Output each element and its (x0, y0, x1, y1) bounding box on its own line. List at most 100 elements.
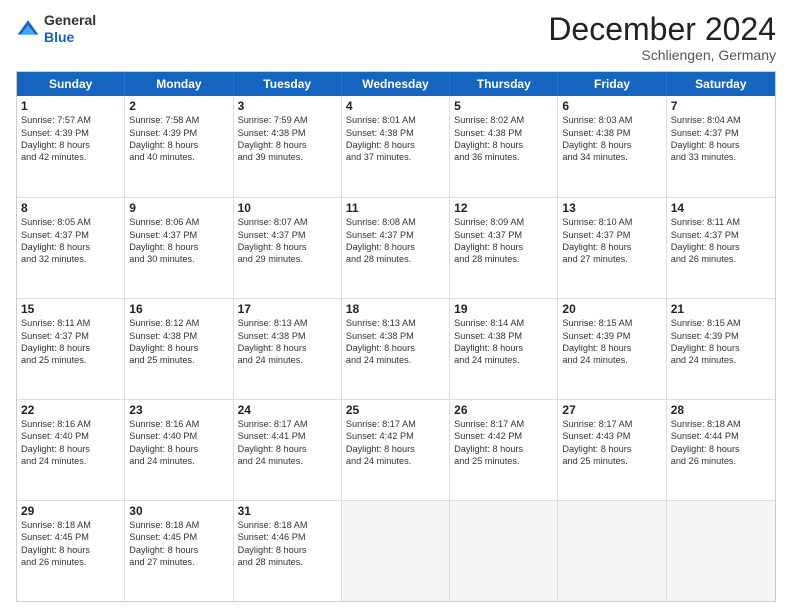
calendar-row-3: 15Sunrise: 8:11 AMSunset: 4:37 PMDayligh… (17, 298, 775, 399)
calendar-cell-28: 28Sunrise: 8:18 AMSunset: 4:44 PMDayligh… (667, 400, 775, 500)
calendar-body: 1Sunrise: 7:57 AMSunset: 4:39 PMDaylight… (17, 96, 775, 601)
day-number: 26 (454, 403, 553, 417)
cell-info-line: and 24 minutes. (346, 354, 445, 366)
day-number: 9 (129, 201, 228, 215)
calendar-row-5: 29Sunrise: 8:18 AMSunset: 4:45 PMDayligh… (17, 500, 775, 601)
cell-info-line: Sunset: 4:37 PM (562, 229, 661, 241)
day-number: 25 (346, 403, 445, 417)
cell-info-line: Daylight: 8 hours (21, 544, 120, 556)
logo-text: General Blue (44, 12, 96, 46)
cell-info-line: Sunrise: 8:05 AM (21, 216, 120, 228)
cell-info-line: Sunset: 4:37 PM (671, 229, 771, 241)
cell-info-line: Sunrise: 8:08 AM (346, 216, 445, 228)
weekday-header-thursday: Thursday (450, 72, 558, 96)
cell-info-line: Sunrise: 8:18 AM (21, 519, 120, 531)
calendar-cell-empty (558, 501, 666, 601)
cell-info-line: Sunrise: 8:11 AM (21, 317, 120, 329)
cell-info-line: and 27 minutes. (562, 253, 661, 265)
cell-info-line: Sunset: 4:45 PM (129, 531, 228, 543)
day-number: 16 (129, 302, 228, 316)
cell-info-line: Sunrise: 8:06 AM (129, 216, 228, 228)
calendar-cell-18: 18Sunrise: 8:13 AMSunset: 4:38 PMDayligh… (342, 299, 450, 399)
calendar-cell-empty (342, 501, 450, 601)
cell-info-line: and 25 minutes. (454, 455, 553, 467)
cell-info-line: Sunrise: 8:01 AM (346, 114, 445, 126)
calendar-page: General Blue December 2024 Schliengen, G… (0, 0, 792, 612)
cell-info-line: Daylight: 8 hours (129, 443, 228, 455)
cell-info-line: Sunset: 4:39 PM (671, 330, 771, 342)
calendar-row-4: 22Sunrise: 8:16 AMSunset: 4:40 PM Dayligh… (17, 399, 775, 500)
cell-info-line: Daylight: 8 hours (129, 241, 228, 253)
cell-info-line: Sunset: 4:38 PM (238, 330, 337, 342)
cell-info-line: Sunrise: 8:15 AM (671, 317, 771, 329)
cell-info-line: Daylight: 8 hours (454, 342, 553, 354)
day-number: 14 (671, 201, 771, 215)
cell-info-line: Sunset: 4:37 PM (346, 229, 445, 241)
cell-info-line: Daylight: 8 hours (238, 139, 337, 151)
day-number: 29 (21, 504, 120, 518)
cell-info-line: Sunset: 4:38 PM (129, 330, 228, 342)
calendar-cell-1: 1Sunrise: 7:57 AMSunset: 4:39 PMDaylight… (17, 96, 125, 197)
calendar-cell-17: 17Sunrise: 8:13 AMSunset: 4:38 PMDayligh… (234, 299, 342, 399)
calendar-cell-20: 20Sunrise: 8:15 AMSunset: 4:39 PMDayligh… (558, 299, 666, 399)
cell-info-line: and 27 minutes. (129, 556, 228, 568)
cell-info-line: and 24 minutes. (238, 455, 337, 467)
cell-info-line: and 25 minutes. (21, 354, 120, 366)
cell-info-line: Sunrise: 8:10 AM (562, 216, 661, 228)
cell-info-line: and 24 minutes. (671, 354, 771, 366)
cell-info-line: Daylight: 8 hours (454, 241, 553, 253)
cell-info-line: Daylight: 8 hours (562, 241, 661, 253)
cell-info-line: Sunrise: 7:57 AM (21, 114, 120, 126)
calendar-cell-5: 5Sunrise: 8:02 AMSunset: 4:38 PMDaylight… (450, 96, 558, 197)
day-number: 6 (562, 99, 661, 113)
cell-info-line: Sunset: 4:40 PM (21, 430, 120, 442)
calendar-cell-empty (450, 501, 558, 601)
calendar-cell-19: 19Sunrise: 8:14 AMSunset: 4:38 PMDayligh… (450, 299, 558, 399)
cell-info-line: Daylight: 8 hours (346, 241, 445, 253)
cell-info-line: Sunrise: 8:18 AM (238, 519, 337, 531)
day-number: 5 (454, 99, 553, 113)
calendar-cell-26: 26Sunrise: 8:17 AMSunset: 4:42 PMDayligh… (450, 400, 558, 500)
calendar-cell-empty (667, 501, 775, 601)
cell-info-line: Daylight: 8 hours (562, 342, 661, 354)
cell-info-line: Daylight: 8 hours (562, 139, 661, 151)
cell-info-line: Sunset: 4:38 PM (562, 127, 661, 139)
cell-info-line: Sunrise: 8:09 AM (454, 216, 553, 228)
cell-info-line: Sunrise: 8:03 AM (562, 114, 661, 126)
cell-info-line: Sunset: 4:46 PM (238, 531, 337, 543)
day-number: 20 (562, 302, 661, 316)
calendar-cell-8: 8Sunrise: 8:05 AMSunset: 4:37 PMDaylight… (17, 198, 125, 298)
day-number: 8 (21, 201, 120, 215)
day-number: 11 (346, 201, 445, 215)
day-number: 15 (21, 302, 120, 316)
cell-info-line: and 33 minutes. (671, 151, 771, 163)
calendar-cell-29: 29Sunrise: 8:18 AMSunset: 4:45 PMDayligh… (17, 501, 125, 601)
calendar-cell-22: 22Sunrise: 8:16 AMSunset: 4:40 PMDayligh… (17, 400, 125, 500)
cell-info-line: Sunset: 4:39 PM (562, 330, 661, 342)
calendar-cell-9: 9Sunrise: 8:06 AMSunset: 4:37 PMDaylight… (125, 198, 233, 298)
day-number: 30 (129, 504, 228, 518)
cell-info-line: Sunrise: 8:13 AM (238, 317, 337, 329)
day-number: 22 (21, 403, 120, 417)
cell-info-line: Sunrise: 8:16 AM (21, 418, 120, 430)
cell-info-line: and 28 minutes. (346, 253, 445, 265)
calendar-cell-27: 27Sunrise: 8:17 AMSunset: 4:43 PMDayligh… (558, 400, 666, 500)
cell-info-line: and 40 minutes. (129, 151, 228, 163)
day-number: 24 (238, 403, 337, 417)
cell-info-line: and 30 minutes. (129, 253, 228, 265)
day-number: 7 (671, 99, 771, 113)
cell-info-line: Sunrise: 8:15 AM (562, 317, 661, 329)
cell-info-line: Sunrise: 8:18 AM (129, 519, 228, 531)
calendar-cell-6: 6Sunrise: 8:03 AMSunset: 4:38 PMDaylight… (558, 96, 666, 197)
cell-info-line: and 32 minutes. (21, 253, 120, 265)
day-number: 4 (346, 99, 445, 113)
cell-info-line: and 28 minutes. (238, 556, 337, 568)
calendar-cell-12: 12Sunrise: 8:09 AMSunset: 4:37 PMDayligh… (450, 198, 558, 298)
day-number: 1 (21, 99, 120, 113)
cell-info-line: and 24 minutes. (562, 354, 661, 366)
calendar-row-2: 8Sunrise: 8:05 AMSunset: 4:37 PMDaylight… (17, 197, 775, 298)
calendar-cell-24: 24Sunrise: 8:17 AMSunset: 4:41 PMDayligh… (234, 400, 342, 500)
cell-info-line: Daylight: 8 hours (671, 443, 771, 455)
cell-info-line: and 39 minutes. (238, 151, 337, 163)
cell-info-line: Daylight: 8 hours (238, 443, 337, 455)
